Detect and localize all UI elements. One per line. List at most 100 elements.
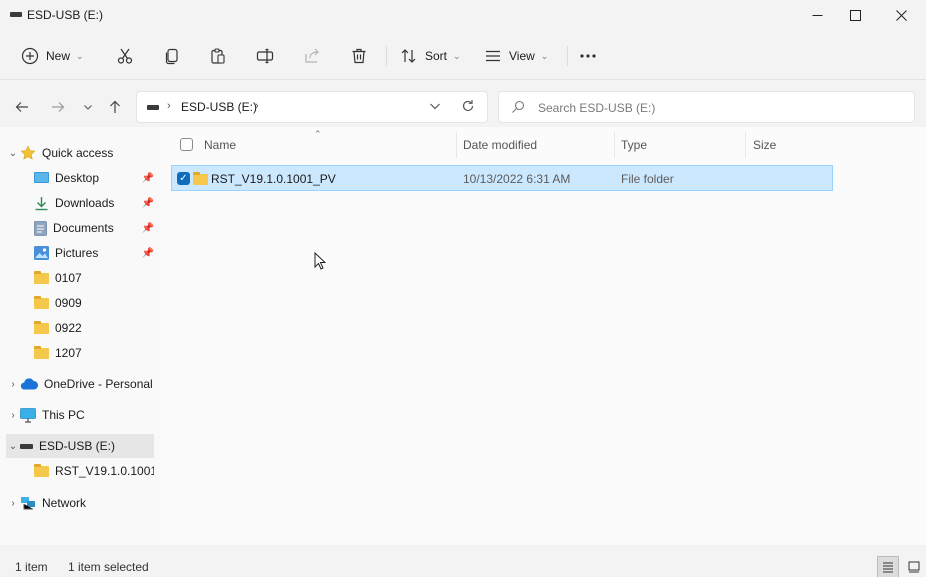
close-button[interactable] [878, 0, 924, 30]
sort-button[interactable]: Sort ⌄ [400, 42, 461, 70]
nav-label: Pictures [55, 246, 99, 260]
delete-button[interactable] [350, 42, 368, 70]
new-button[interactable]: New ⌄ [21, 42, 84, 70]
nav-label: Documents [53, 221, 114, 235]
file-date: 10/13/2022 6:31 AM [463, 172, 571, 186]
close-icon [895, 9, 907, 21]
refresh-icon [462, 100, 474, 112]
large-icons-view-button[interactable] [903, 556, 925, 577]
share-button[interactable] [303, 42, 321, 70]
address-bar[interactable]: › ESD-USB (E:) › [136, 91, 488, 123]
nav-network[interactable]: › Network [6, 491, 156, 515]
nav-label: 0107 [55, 271, 82, 285]
column-header-type[interactable]: Type [621, 138, 647, 152]
recent-locations-button[interactable] [77, 96, 99, 118]
column-divider[interactable] [456, 132, 457, 158]
pictures-icon [34, 246, 49, 260]
nav-usb-drive[interactable]: ⌄ ESD-USB (E:) [6, 434, 154, 458]
toolbar-separator [567, 46, 568, 66]
details-view-button[interactable] [877, 556, 899, 577]
nav-label: 0909 [55, 296, 82, 310]
folder-icon [193, 172, 208, 185]
star-icon [20, 145, 36, 161]
column-header-date[interactable]: Date modified [463, 138, 537, 152]
column-header-size[interactable]: Size [753, 138, 776, 152]
network-icon [20, 496, 36, 511]
select-all-checkbox[interactable] [180, 138, 193, 151]
file-name: RST_V19.1.0.1001_PV [211, 172, 336, 186]
rename-button[interactable] [256, 42, 274, 70]
refresh-button[interactable] [461, 99, 475, 116]
nav-quick-access[interactable]: ⌄ Quick access [6, 141, 156, 165]
folder-icon [34, 270, 49, 284]
nav-item-documents[interactable]: Documents 📌 [34, 216, 154, 240]
nav-item-folder-1207[interactable]: 1207 [34, 341, 154, 365]
forward-button[interactable] [47, 96, 69, 118]
command-bar: New ⌄ Sort ⌄ View ⌄ [0, 32, 926, 80]
breadcrumb-chevron-icon[interactable]: › [167, 100, 171, 112]
nav-label: Downloads [55, 196, 115, 210]
breadcrumb-chevron-icon[interactable]: › [255, 100, 259, 112]
search-icon [511, 100, 525, 117]
breadcrumb-location[interactable]: ESD-USB (E:) [181, 100, 257, 114]
back-button[interactable] [11, 96, 33, 118]
plus-circle-icon [21, 47, 39, 65]
new-label: New [46, 49, 71, 63]
trash-icon [352, 48, 366, 64]
arrow-left-icon [15, 102, 28, 112]
chevron-down-icon[interactable]: ⌄ [6, 148, 20, 159]
view-label: View [509, 49, 535, 63]
nav-item-rst-folder[interactable]: RST_V19.1.0.1001_PV [34, 459, 154, 483]
row-checkbox[interactable]: ✓ [177, 172, 190, 185]
nav-item-downloads[interactable]: Downloads 📌 [34, 191, 154, 215]
nav-onedrive[interactable]: › OneDrive - Personal [6, 372, 160, 396]
chevron-right-icon[interactable]: › [6, 379, 20, 390]
search-input[interactable]: Search ESD-USB (E:) [538, 101, 655, 115]
chevron-down-icon[interactable]: ⌄ [6, 441, 20, 452]
drive-icon [147, 105, 159, 110]
column-divider[interactable] [745, 132, 746, 158]
pin-icon: 📌 [141, 222, 154, 234]
drive-icon [20, 443, 33, 449]
nav-item-folder-0909[interactable]: 0909 [34, 291, 154, 315]
rename-icon [256, 48, 274, 64]
pin-icon: 📌 [141, 172, 154, 184]
up-button[interactable] [104, 96, 126, 118]
toolbar-separator [386, 46, 387, 66]
cut-button[interactable] [116, 42, 134, 70]
view-button[interactable]: View ⌄ [484, 42, 548, 70]
nav-label: 1207 [55, 346, 82, 360]
column-header-name[interactable]: Name [204, 138, 236, 152]
sort-icon [401, 49, 416, 63]
nav-item-pictures[interactable]: Pictures 📌 [34, 241, 154, 265]
nav-label: Desktop [55, 171, 100, 185]
maximize-icon [849, 9, 861, 21]
paste-button[interactable] [209, 42, 227, 70]
navigation-pane: ⌄ Quick access Desktop 📌 Downloads 📌 Doc… [0, 127, 160, 545]
maximize-button[interactable] [832, 0, 878, 30]
nav-this-pc[interactable]: › This PC [6, 403, 156, 427]
documents-icon [34, 220, 47, 236]
more-options-button[interactable] [579, 42, 597, 70]
nav-item-folder-0107[interactable]: 0107 [34, 266, 154, 290]
mouse-cursor-icon [314, 251, 327, 273]
copy-button[interactable] [163, 42, 181, 70]
file-type: File folder [621, 172, 674, 186]
chevron-right-icon[interactable]: › [6, 498, 20, 509]
nav-label: Quick access [42, 146, 114, 160]
column-divider[interactable] [614, 132, 615, 158]
folder-icon [34, 320, 49, 334]
address-dropdown-button[interactable] [429, 99, 441, 116]
chevron-down-icon [430, 103, 440, 110]
window-title: ESD-USB (E:) [27, 8, 104, 22]
nav-item-folder-0922[interactable]: 0922 [34, 316, 154, 340]
scissors-icon [117, 48, 133, 64]
pin-icon: 📌 [141, 247, 154, 259]
folder-icon [34, 295, 49, 309]
details-view-icon [883, 562, 893, 573]
search-box[interactable]: Search ESD-USB (E:) [498, 91, 915, 123]
title-bar: ESD-USB (E:) [0, 0, 926, 30]
file-row[interactable]: ✓ RST_V19.1.0.1001_PV 10/13/2022 6:31 AM… [171, 165, 833, 191]
chevron-right-icon[interactable]: › [6, 410, 20, 421]
nav-item-desktop[interactable]: Desktop 📌 [34, 166, 154, 190]
